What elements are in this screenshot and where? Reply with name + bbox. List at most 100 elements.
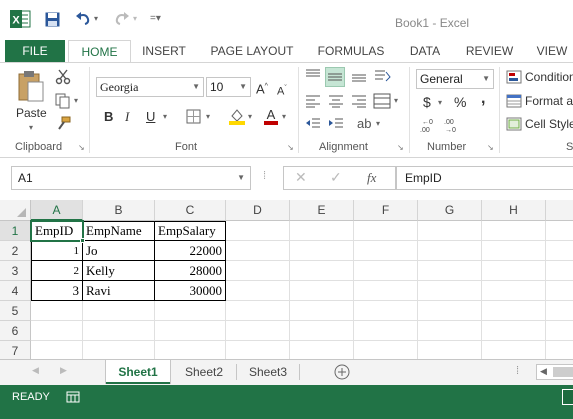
percent-button[interactable]: %: [454, 94, 466, 110]
cell-c3[interactable]: 28000: [155, 261, 225, 281]
tab-view[interactable]: VIEW: [532, 40, 572, 62]
row-header-5[interactable]: 5: [0, 301, 31, 321]
paste-icon[interactable]: [16, 69, 46, 103]
comma-button[interactable]: ,: [481, 91, 485, 107]
increase-indent-icon[interactable]: [327, 117, 345, 131]
clipboard-launcher-icon[interactable]: ↘: [78, 143, 85, 152]
paste-label[interactable]: Paste: [16, 106, 47, 120]
cancel-entry-icon[interactable]: ✕: [295, 169, 307, 186]
row-header-2[interactable]: 2: [0, 241, 31, 261]
cell-styles-label[interactable]: Cell Style: [525, 117, 573, 131]
middle-align-icon[interactable]: [325, 67, 345, 87]
row-header-6[interactable]: 6: [0, 321, 31, 341]
scroll-left-icon[interactable]: ◀: [540, 366, 547, 377]
paste-dropdown-icon[interactable]: ▾: [29, 123, 33, 132]
fill-color-dropdown-icon[interactable]: ▾: [248, 112, 252, 121]
column-header-a[interactable]: A: [31, 200, 83, 221]
cut-icon[interactable]: [55, 69, 71, 85]
decrease-decimal-icon[interactable]: .00 →0: [442, 117, 462, 133]
borders-icon[interactable]: [186, 109, 201, 124]
row-header-4[interactable]: 4: [0, 281, 31, 301]
cell-b2[interactable]: Jo: [83, 241, 154, 261]
merge-center-icon[interactable]: [373, 93, 391, 109]
decrease-font-icon[interactable]: Aˇ: [277, 81, 287, 100]
font-color-icon[interactable]: A: [263, 107, 279, 125]
text-direction-dropdown-icon[interactable]: ▾: [376, 119, 380, 128]
scrollbar-thumb[interactable]: [553, 367, 573, 377]
font-color-dropdown-icon[interactable]: ▾: [282, 112, 286, 121]
tab-file[interactable]: FILE: [5, 40, 65, 62]
cell-b1[interactable]: EmpName: [83, 221, 154, 241]
undo-dropdown-icon[interactable]: ▾: [94, 14, 98, 23]
align-right-icon[interactable]: [350, 94, 368, 108]
font-name-combo[interactable]: Georgia ▼: [96, 77, 204, 97]
select-all-corner[interactable]: [0, 200, 31, 221]
copy-dropdown-icon[interactable]: ▾: [74, 96, 78, 105]
text-direction-icon[interactable]: ab: [357, 116, 371, 131]
column-header-b[interactable]: B: [83, 200, 155, 221]
format-as-table-icon[interactable]: [506, 94, 522, 108]
bold-button[interactable]: B: [104, 109, 113, 125]
orientation-icon[interactable]: [373, 67, 391, 85]
font-size-combo[interactable]: 10 ▼: [206, 77, 251, 97]
tab-data[interactable]: DATA: [404, 40, 446, 62]
row-header-1[interactable]: 1: [0, 221, 31, 241]
number-format-dropdown-icon[interactable]: ▼: [482, 70, 490, 88]
column-header-g[interactable]: G: [418, 200, 482, 221]
increase-decimal-icon[interactable]: ←0.00: [419, 117, 439, 133]
column-header-d[interactable]: D: [226, 200, 290, 221]
format-as-table-label[interactable]: Format as: [525, 94, 573, 108]
tab-review[interactable]: REVIEW: [462, 40, 517, 62]
row-header-3[interactable]: 3: [0, 261, 31, 281]
currency-dropdown-icon[interactable]: ▾: [438, 98, 442, 107]
cell-b3[interactable]: Kelly: [83, 261, 154, 281]
cell-c4[interactable]: 30000: [155, 281, 225, 301]
underline-dropdown-icon[interactable]: ▾: [163, 112, 167, 121]
conditional-formatting-icon[interactable]: [506, 70, 522, 84]
cell-a4[interactable]: 3: [32, 281, 82, 301]
fill-color-icon[interactable]: [228, 107, 246, 125]
formula-bar-grip-icon[interactable]: ⁞: [263, 170, 266, 182]
merge-dropdown-icon[interactable]: ▾: [394, 96, 398, 105]
font-name-dropdown-icon[interactable]: ▼: [192, 78, 200, 96]
top-align-icon[interactable]: [304, 67, 322, 83]
redo-icon[interactable]: [113, 10, 131, 28]
column-header-h[interactable]: H: [482, 200, 546, 221]
increase-font-icon[interactable]: A^: [256, 79, 268, 97]
sheet-tab-sheet2[interactable]: Sheet2: [172, 360, 236, 384]
confirm-entry-icon[interactable]: ✓: [330, 169, 342, 186]
alignment-launcher-icon[interactable]: ↘: [397, 143, 404, 152]
scroll-tabs-right-icon[interactable]: ▶: [60, 365, 67, 376]
column-header-f[interactable]: F: [354, 200, 418, 221]
column-header-c[interactable]: C: [155, 200, 226, 221]
formula-input[interactable]: EmpID: [396, 166, 573, 190]
tab-page-layout[interactable]: PAGE LAYOUT: [207, 40, 297, 62]
number-launcher-icon[interactable]: ↘: [487, 143, 494, 152]
sheet-tab-sheet1[interactable]: Sheet1: [106, 360, 170, 384]
decrease-indent-icon[interactable]: [304, 117, 322, 131]
column-header-e[interactable]: E: [290, 200, 354, 221]
sheet-tab-sheet3[interactable]: Sheet3: [237, 360, 299, 384]
align-center-icon[interactable]: [327, 94, 345, 108]
cell-a3[interactable]: 2: [32, 261, 82, 281]
cell-c2[interactable]: 22000: [155, 241, 225, 261]
cell-a2[interactable]: 1: [32, 241, 82, 261]
horizontal-scrollbar[interactable]: ◀: [536, 364, 573, 380]
font-size-dropdown-icon[interactable]: ▼: [239, 78, 247, 96]
tab-insert[interactable]: INSERT: [138, 40, 190, 62]
save-icon[interactable]: [45, 12, 60, 27]
undo-icon[interactable]: [74, 10, 92, 28]
name-box-dropdown-icon[interactable]: ▼: [237, 167, 245, 189]
cell-c1[interactable]: EmpSalary: [155, 221, 225, 241]
redo-dropdown-icon[interactable]: ▾: [133, 14, 137, 23]
bottom-align-icon[interactable]: [350, 67, 368, 83]
conditional-formatting-label[interactable]: Condition: [525, 70, 573, 84]
copy-icon[interactable]: [55, 93, 73, 109]
row-header-7[interactable]: 7: [0, 341, 31, 359]
tab-formulas[interactable]: FORMULAS: [313, 40, 389, 62]
font-launcher-icon[interactable]: ↘: [287, 143, 294, 152]
customize-qat-icon[interactable]: =▾: [150, 13, 161, 24]
insert-function-icon[interactable]: fx: [367, 170, 376, 186]
tab-home[interactable]: HOME: [68, 40, 131, 62]
number-format-combo[interactable]: General ▼: [416, 69, 494, 89]
